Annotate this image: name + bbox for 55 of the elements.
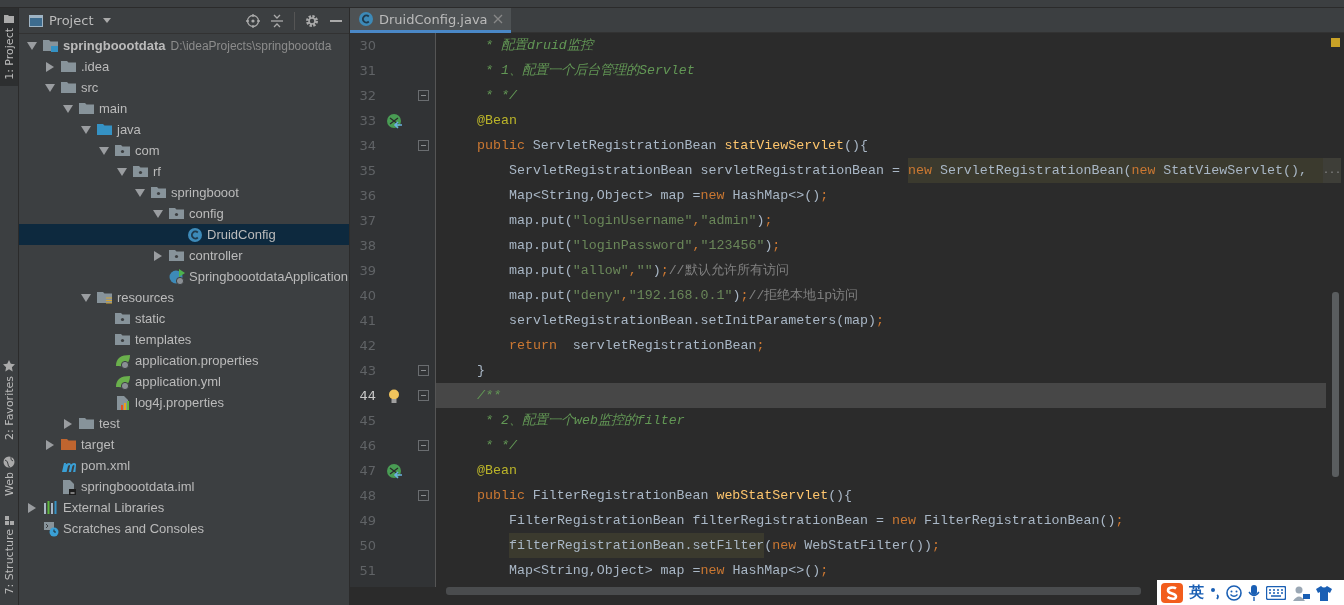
code-line: filterRegistrationBean.setFilter(new WebStatFilter()); — [436, 533, 1326, 558]
code-line: public FilterRegistrationBean webStatServlet(){ — [476, 487, 854, 505]
input-mode[interactable]: 英 — [1189, 583, 1204, 602]
code-line: Map<String,Object> map =new HashMap<>(); — [508, 562, 830, 580]
code-line: * */ — [483, 437, 518, 455]
code-line: map.put("deny","192.168.0.1");//拒绝本地ip访问 — [508, 287, 860, 305]
tree-item[interactable]: application.yml — [19, 371, 349, 392]
tree-item[interactable]: springboootdata D:\ideaProjects\springboootda — [19, 35, 349, 56]
code-line: map.put("loginUsername","admin"); — [508, 212, 774, 230]
tree-item[interactable]: .idea — [19, 56, 349, 77]
tree-item[interactable]: target — [19, 434, 349, 455]
code-line: * 2、配置一个web监控的filter — [483, 412, 686, 430]
tree-item[interactable]: controller — [19, 245, 349, 266]
code-line: * */ — [483, 87, 518, 105]
code-line: Map<String,Object> map =new HashMap<>(); — [508, 187, 830, 205]
panel-title[interactable]: Project — [49, 13, 94, 28]
tree-item[interactable]: src — [19, 77, 349, 98]
tree-item[interactable]: External Libraries — [19, 497, 349, 518]
tree-item[interactable]: resources — [19, 287, 349, 308]
tree-item[interactable]: static — [19, 308, 349, 329]
code-line: map.put("loginPassword","123456"); — [508, 237, 782, 255]
tree-item[interactable]: log4j.properties — [19, 392, 349, 413]
file-tab[interactable]: DruidConfig.java — [350, 8, 511, 33]
tree-item[interactable]: test — [19, 413, 349, 434]
tool-window-tab[interactable]: 7: Structure — [0, 509, 18, 601]
tool-window-tab[interactable]: 1: Project — [0, 8, 18, 86]
module-name: springboootdata — [63, 38, 166, 53]
tree-item[interactable]: rf — [19, 161, 349, 182]
code-line: servletRegistrationBean.setInitParameters(map); — [508, 312, 886, 330]
tree-item[interactable]: java — [19, 119, 349, 140]
tree-item[interactable]: springbooot — [19, 182, 349, 203]
tree-item[interactable]: DruidConfig — [19, 224, 349, 245]
tool-window-tab[interactable]: Web — [0, 449, 18, 502]
code-line: return servletRegistrationBean; — [508, 337, 766, 355]
code-line: @Bean — [476, 112, 518, 130]
tree-item[interactable]: config — [19, 203, 349, 224]
tree-item[interactable]: springboootdata.iml — [19, 476, 349, 497]
code-line: * 配置druid监控 — [483, 37, 596, 55]
tree-item[interactable]: SpringboootdataApplication — [19, 266, 349, 287]
tree-item[interactable]: com — [19, 140, 349, 161]
tree-item[interactable]: application.properties — [19, 350, 349, 371]
code-line: map.put("allow","");//默认允许所有访问 — [508, 262, 790, 280]
code-line: public ServletRegistrationBean statViewServlet(){ — [476, 137, 870, 155]
line-number: 44 — [358, 387, 376, 405]
tree-item[interactable]: Scratches and Consoles — [19, 518, 349, 539]
code-line: FilterRegistrationBean filterRegistrationBean = new FilterRegistrationBean(); — [508, 512, 1125, 530]
path-label: D:\ideaProjects\springboootda — [170, 38, 332, 53]
code-line: @Bean — [476, 462, 518, 480]
code-line: * 1、配置一个后台管理的Servlet — [483, 62, 696, 80]
code-line: ServletRegistrationBean servletRegistrationBean = new ServletRegistrationBean(new StatViewServlet(), ... — [436, 158, 1341, 183]
tree-item[interactable]: pom.xml — [19, 455, 349, 476]
code-line: } — [476, 362, 486, 380]
tree-item[interactable]: main — [19, 98, 349, 119]
tree-item[interactable]: templates — [19, 329, 349, 350]
tool-window-tab[interactable]: 2: Favorites — [0, 353, 18, 446]
